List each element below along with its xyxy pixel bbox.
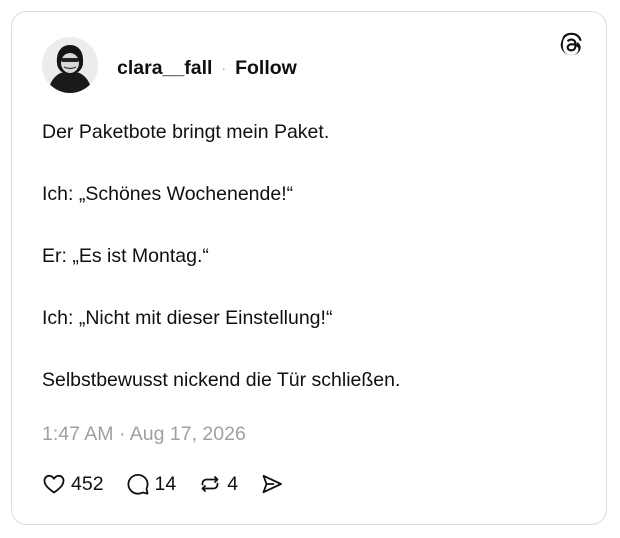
follow-button[interactable]: Follow [235,56,297,80]
send-icon [262,474,283,494]
post-line: Ich: „Nicht mit dieser Einstellung!“ [42,307,333,329]
reply-count: 14 [154,472,177,495]
repost-count: 4 [227,472,239,495]
heart-icon [43,474,65,494]
post-card: clara__fall · Follow Der Paketbote bring… [11,11,607,525]
repost-icon [201,476,219,492]
username-link[interactable]: clara__fall [117,56,212,80]
post-line: Ich: „Schönes Wochenende!“ [42,183,294,205]
like-count: 452 [71,472,104,495]
reply-button[interactable]: 14 [126,472,177,496]
post-line: Er: „Es ist Montag.“ [42,245,209,267]
header-separator: · [221,60,227,76]
speech-bubble-icon [127,474,149,495]
post-header: clara__fall · Follow [117,56,297,80]
post-timestamp[interactable]: 1:47 AM · Aug 17, 2026 [42,422,246,446]
like-button[interactable]: 452 [42,472,104,496]
share-button[interactable] [260,472,284,496]
repost-button[interactable]: 4 [198,472,238,496]
threads-logo-icon[interactable] [558,32,584,58]
avatar[interactable] [42,37,98,93]
post-line: Der Paketbote bringt mein Paket. [42,121,330,143]
avatar-image [42,37,98,93]
action-bar: 452 14 4 [42,472,306,496]
post-line: Selbstbewusst nickend die Tür schließen. [42,369,401,391]
post-text: Der Paketbote bringt mein Paket. Ich: „S… [42,120,582,430]
